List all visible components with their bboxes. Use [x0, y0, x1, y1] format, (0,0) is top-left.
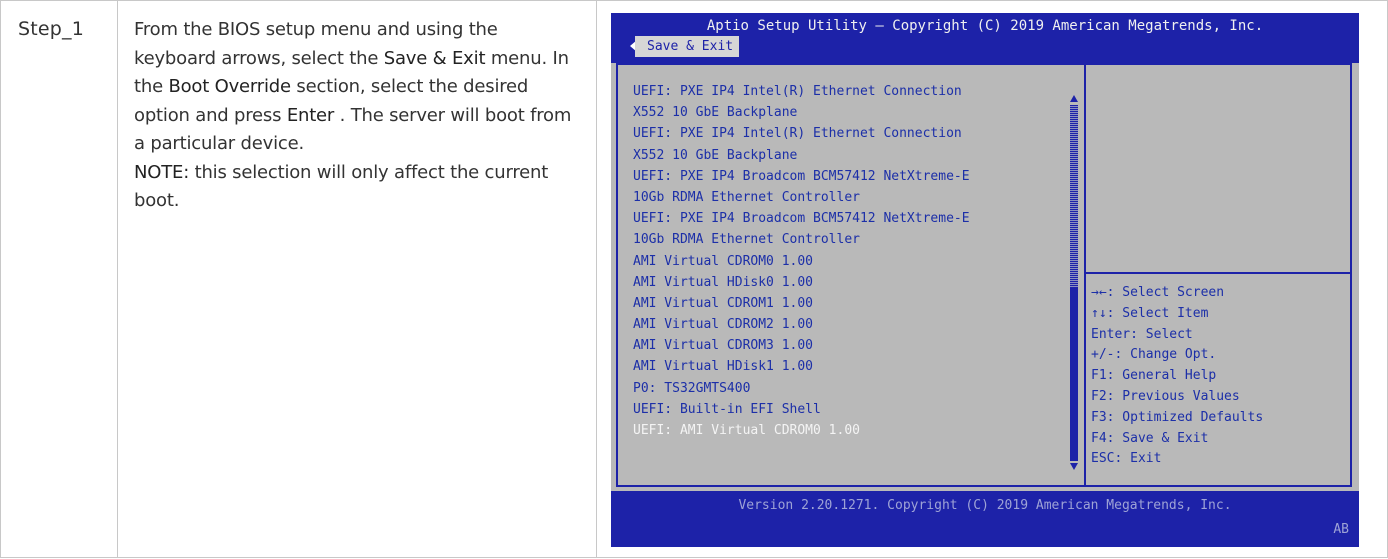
key-help-item: +/-: Change Opt. [1091, 347, 1217, 363]
boot-option-item[interactable]: UEFI: PXE IP4 Broadcom BCM57412 NetXtrem… [633, 166, 970, 187]
boot-option-item[interactable]: AMI Virtual CDROM0 1.00 [633, 251, 970, 272]
scrollbar-thumb[interactable] [1070, 288, 1078, 461]
bios-title: Aptio Setup Utility – Copyright (C) 2019… [706, 18, 1264, 34]
boot-option-item[interactable]: X552 10 GbE Backplane [633, 145, 970, 166]
boot-option-item[interactable]: 10Gb RDMA Ethernet Controller [633, 187, 970, 208]
instruction-table: Step_1 From the BIOS setup menu and usin… [0, 0, 1388, 558]
key-help-item: ↑↓: Select Item [1091, 305, 1209, 321]
boot-option-item[interactable]: X552 10 GbE Backplane [633, 102, 970, 123]
bios-main-frame: UEFI: PXE IP4 Intel(R) Ethernet Connecti… [616, 63, 1352, 487]
boot-option-item[interactable]: UEFI: PXE IP4 Intel(R) Ethernet Connecti… [633, 123, 970, 144]
boot-option-item[interactable]: AMI Virtual CDROM1 1.00 [633, 293, 970, 314]
boot-option-item[interactable]: AMI Virtual HDisk1 1.00 [633, 356, 970, 377]
boot-option-item[interactable]: UEFI: Built-in EFI Shell [633, 399, 970, 420]
boot-option-item[interactable]: P0: TS32GMTS400 [633, 378, 970, 399]
scrollbar-track[interactable] [1070, 105, 1078, 288]
bios-header: Aptio Setup Utility – Copyright (C) 2019… [611, 13, 1359, 63]
bios-status-code: AB [1333, 522, 1349, 537]
key-help-item: ESC: Exit [1091, 451, 1162, 467]
key-help-list: →←: Select Screen ↑↓: Select Item Enter: S… [1091, 283, 1263, 470]
boot-option-item[interactable]: AMI Virtual HDisk0 1.00 [633, 272, 970, 293]
panel-divider [1084, 65, 1086, 485]
key-help-item: →←: Select Screen [1091, 285, 1225, 300]
step-cell: Step_1 [0, 0, 118, 558]
table-row: Step_1 From the BIOS setup menu and usin… [0, 0, 1388, 558]
boot-option-item[interactable]: AMI Virtual CDROM3 1.00 [633, 335, 970, 356]
tab-save-exit[interactable]: Save & Exit [635, 36, 740, 57]
boot-option-item[interactable]: UEFI: AMI Virtual CDROM0 1.00 [633, 420, 970, 441]
key-help-item: F4: Save & Exit [1091, 430, 1209, 446]
bios-footer: Version 2.20.1271. Copyright (C) 2019 Am… [611, 491, 1359, 547]
help-separator [1086, 272, 1350, 274]
boot-option-item[interactable]: 10Gb RDMA Ethernet Controller [633, 229, 970, 250]
boot-option-item[interactable]: UEFI: PXE IP4 Intel(R) Ethernet Connecti… [633, 81, 970, 102]
scroll-up-arrow-icon[interactable] [1070, 95, 1078, 102]
step-label: Step_1 [18, 18, 85, 40]
key-help-item: Enter: Select [1091, 326, 1193, 342]
keyword-boot-override: Boot Override [168, 76, 291, 97]
boot-option-item[interactable]: AMI Virtual CDROM2 1.00 [633, 314, 970, 335]
screenshot-cell: Aptio Setup Utility – Copyright (C) 2019… [596, 0, 1388, 558]
bios-version: Version 2.20.1271. Copyright (C) 2019 Am… [738, 498, 1232, 513]
bios-screenshot: Aptio Setup Utility – Copyright (C) 2019… [611, 13, 1359, 547]
key-help-item: F1: General Help [1091, 368, 1217, 384]
boot-option-item[interactable]: UEFI: PXE IP4 Broadcom BCM57412 NetXtrem… [633, 208, 970, 229]
scroll-down-arrow-icon[interactable] [1070, 463, 1078, 470]
note-text: this selection will only affect the curr… [134, 161, 549, 212]
key-help-item: F3: Optimized Defaults [1091, 409, 1264, 425]
note-label: NOTE: [134, 161, 190, 183]
instruction-text: From the BIOS setup menu and using the k… [118, 1, 596, 216]
keyword-enter: Enter [286, 104, 335, 126]
boot-override-list: UEFI: PXE IP4 Intel(R) Ethernet Connecti… [633, 81, 970, 441]
key-help-item: F2: Previous Values [1091, 388, 1240, 404]
keyword-save-exit: Save & Exit [383, 47, 486, 69]
instruction-cell: From the BIOS setup menu and using the k… [117, 0, 597, 558]
